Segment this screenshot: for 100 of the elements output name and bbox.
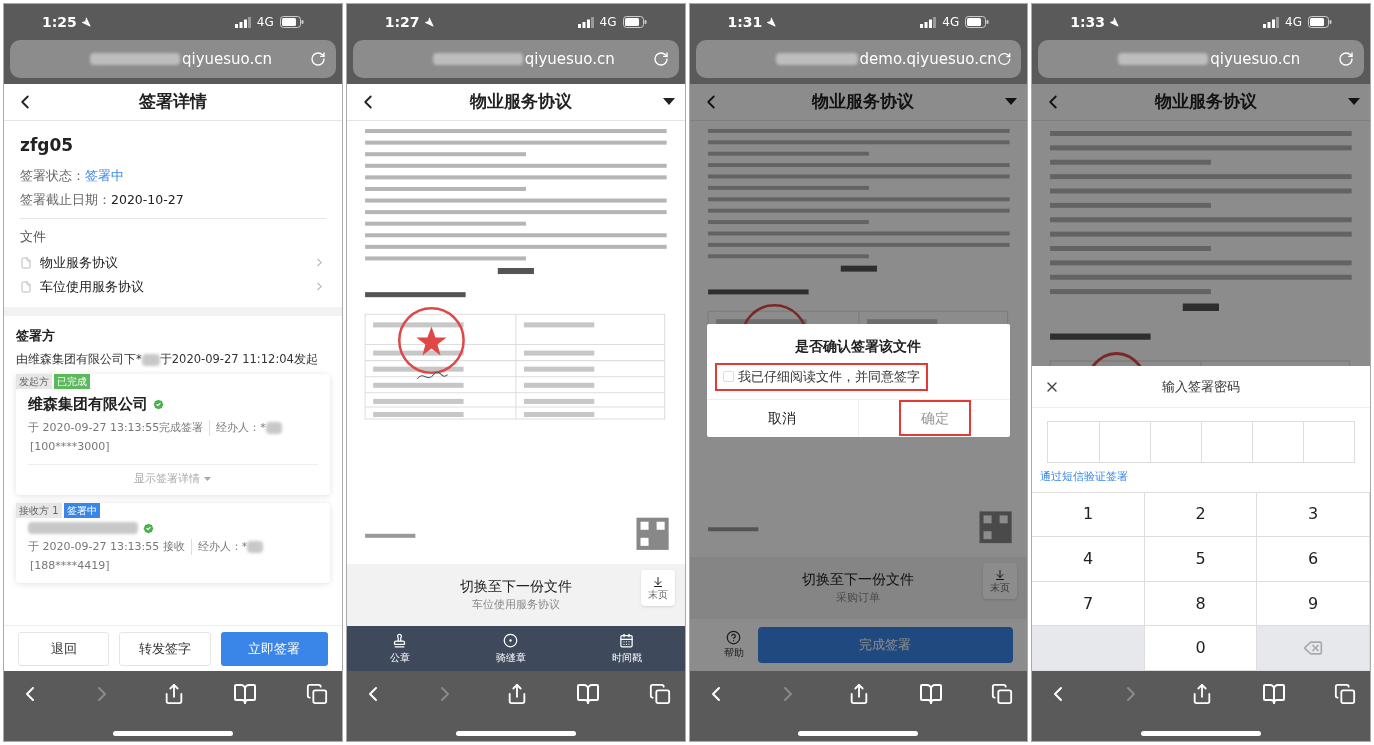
last-page-button[interactable]: 末页 <box>983 563 1018 599</box>
reload-icon[interactable] <box>996 51 1012 67</box>
tabs-icon[interactable] <box>648 683 671 705</box>
agent-label: 经办人：* <box>197 538 248 555</box>
tool-button[interactable]: 公章 <box>389 632 410 665</box>
keypad-key[interactable]: 2 <box>1144 492 1258 538</box>
file-icon <box>20 256 32 269</box>
page-title: 签署详情 <box>137 90 208 114</box>
signer-event: 于 2020-09-27 13:13:55完成签署 <box>28 419 211 437</box>
network-label: 4G <box>256 14 274 31</box>
agent-label: 经办人：* <box>216 419 266 436</box>
keypad-key[interactable]: 6 <box>1257 537 1370 582</box>
url-text: qiyuesuo.cn <box>182 48 274 70</box>
next-file-title: 切换至下一份文件 <box>802 570 915 590</box>
location-icon <box>423 17 434 27</box>
tabs-icon[interactable] <box>1334 683 1356 705</box>
page-title: 物业服务协议 <box>1153 90 1259 114</box>
next-file-title: 切换至下一份文件 <box>459 577 572 597</box>
url-text: qiyuesuo.cn <box>524 48 616 70</box>
status-tag: 签署中 <box>63 502 100 518</box>
signer-event: 于 2020-09-27 13:13:55 接收 <box>28 538 192 555</box>
action-button[interactable]: 退回 <box>18 631 110 666</box>
keypad-key[interactable]: 1 <box>1032 492 1145 538</box>
reload-icon[interactable] <box>652 51 669 67</box>
field-value: 签署中 <box>85 166 124 185</box>
field-label: 签署截止日期： <box>20 191 111 210</box>
section-heading: 文件 <box>20 228 47 246</box>
status-tag: 已完成 <box>54 374 90 390</box>
status-time: 1:33 <box>1070 12 1106 32</box>
status-time: 1:27 <box>384 12 420 32</box>
redacted-block <box>265 422 282 434</box>
file-icon <box>20 280 32 293</box>
reload-icon[interactable] <box>1338 51 1354 67</box>
location-icon <box>80 17 91 27</box>
bookmarks-icon[interactable] <box>233 682 258 706</box>
field-value: 2020-10-27 <box>111 191 184 210</box>
keypad-key[interactable]: 8 <box>1144 581 1258 627</box>
tabs-icon[interactable] <box>991 683 1014 705</box>
circle-seal-icon <box>503 632 519 648</box>
next-file-bar[interactable]: 切换至下一份文件 车位使用服务协议 末页 <box>346 564 685 626</box>
signer-name: 维森集团有限公司 <box>28 394 148 416</box>
keypad-key[interactable]: 0 <box>1144 626 1258 671</box>
signal-icon <box>234 16 251 28</box>
tabs-icon[interactable] <box>305 683 328 705</box>
bookmarks-icon[interactable] <box>1261 682 1286 706</box>
location-icon <box>1109 17 1120 27</box>
tool-button[interactable]: 骑缝章 <box>495 632 526 665</box>
role-tag: 接收方 1 <box>16 502 62 518</box>
section-heading: 签署方 <box>16 326 56 345</box>
location-icon <box>766 17 777 27</box>
download-line-icon <box>994 569 1007 581</box>
help-button[interactable]: 帮助 <box>723 630 744 660</box>
page-title: 物业服务协议 <box>468 90 573 114</box>
contract-name: zfg05 <box>20 134 75 157</box>
tool-button[interactable]: 时间戳 <box>611 632 642 665</box>
signal-icon <box>577 16 594 28</box>
file-row[interactable]: 车位使用服务协议 <box>20 274 326 299</box>
reload-icon[interactable] <box>309 51 326 67</box>
keypad-key[interactable]: 4 <box>1032 537 1145 582</box>
password-input[interactable] <box>1047 421 1355 463</box>
action-button[interactable]: 立即签署 <box>220 631 328 666</box>
signal-icon <box>1263 16 1280 28</box>
status-time: 1:31 <box>727 12 763 32</box>
network-label: 4G <box>942 14 960 31</box>
signal-icon <box>920 16 937 28</box>
sms-verify-link[interactable]: 通过短信验证签署 <box>1032 463 1137 492</box>
initiated-time: 于2020-09-27 11:12:04发起 <box>159 351 318 368</box>
agree-checkbox[interactable]: 我已仔细阅读文件，并同意签字 <box>714 363 928 391</box>
bookmarks-icon[interactable] <box>918 682 943 706</box>
dropdown-triangle-icon[interactable] <box>662 98 675 106</box>
download-line-icon <box>651 576 664 588</box>
battery-icon <box>965 16 990 28</box>
last-page-button[interactable]: 末页 <box>640 570 675 606</box>
calendar-icon <box>619 632 634 648</box>
network-label: 4G <box>599 14 617 31</box>
agent-contact: [188****4419] <box>30 558 110 574</box>
initiator-text: 由维森集团有限公司下* <box>16 351 142 368</box>
next-file-name: 车位使用服务协议 <box>471 597 560 614</box>
keypad-key[interactable]: 3 <box>1257 492 1370 538</box>
redacted-block <box>141 353 160 366</box>
caret-icon <box>204 476 212 481</box>
action-button[interactable]: 转发签字 <box>119 631 211 666</box>
bookmarks-icon[interactable] <box>576 682 601 706</box>
keypad-key[interactable]: 5 <box>1144 537 1258 582</box>
keypad-key[interactable]: 9 <box>1257 581 1370 627</box>
agent-contact: [100****3000] <box>30 439 110 456</box>
cancel-button[interactable]: 取消 <box>706 399 859 437</box>
field-label: 签署状态： <box>20 166 85 185</box>
network-label: 4G <box>1285 14 1302 31</box>
keypad-key[interactable]: 7 <box>1032 581 1145 627</box>
help-icon <box>726 630 741 645</box>
status-time: 1:25 <box>42 12 77 32</box>
battery-icon <box>622 16 647 28</box>
page-title: 物业服务协议 <box>810 90 916 114</box>
dialog-title: 是否确认签署该文件 <box>794 337 923 356</box>
battery-icon <box>1308 16 1332 28</box>
role-tag: 发起方 <box>16 374 52 390</box>
file-row[interactable]: 物业服务协议 <box>20 250 326 275</box>
battery-icon <box>279 16 304 28</box>
stamp-icon <box>392 632 408 648</box>
